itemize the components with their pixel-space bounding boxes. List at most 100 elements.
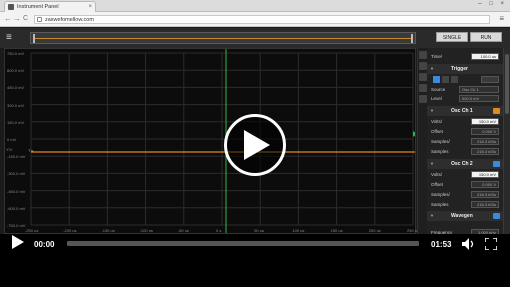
settings-panel: Time/ 100.0 us ▼ Trigger Source Osc Ch 1… [427, 48, 503, 236]
y-tick-label: 300.0 mV [7, 102, 25, 108]
plot-tool-column [417, 48, 427, 234]
osc-ch1-section-header[interactable]: ▼ Osc Ch 1 [427, 106, 503, 116]
osc2-offset-input[interactable]: 0.000 V [471, 181, 499, 188]
wavegen-color-swatch[interactable] [493, 213, 500, 219]
channel-2-color-swatch[interactable] [493, 161, 500, 167]
page-icon [37, 17, 42, 22]
hamburger-menu-icon[interactable]: ≡ [6, 33, 12, 43]
export-icon[interactable] [419, 95, 427, 103]
window-controls[interactable]: – □ × [478, 1, 507, 7]
x-tick-label: -250 us [25, 228, 39, 233]
y-tick-label: -750.0 mV [7, 223, 26, 228]
osc2-volts-input[interactable]: 150.0 mV [471, 171, 499, 178]
y-tick-label: 600.0 mV [7, 68, 25, 74]
cursor-icon[interactable] [419, 73, 427, 81]
osc2-samples2-row: Samples 218.3 kS/s [427, 200, 503, 209]
current-time: 00:00 [34, 240, 55, 249]
osc1-samples-row: Samples/ 218.3 kS/s [427, 137, 503, 146]
forward-icon[interactable]: → [13, 14, 21, 24]
osc2-samples2-value: 218.3 kS/s [471, 201, 499, 208]
osc1-samples2-value: 218.3 kS/s [471, 148, 499, 155]
time-per-div-input[interactable]: 100.0 us [471, 53, 499, 60]
channel-1-color-swatch[interactable] [493, 108, 500, 114]
back-icon[interactable]: ← [4, 14, 12, 24]
scrollbar-thumb[interactable] [505, 54, 509, 114]
fullscreen-icon[interactable] [485, 238, 497, 250]
chevron-down-icon: ▼ [430, 108, 434, 113]
level-row: Level 500.0 mV [427, 94, 503, 103]
trigger-edge-row [427, 75, 503, 84]
browser-tab-bar: Instrument Panel × – □ × [0, 0, 510, 12]
play-overlay-button[interactable] [224, 114, 286, 176]
plot-grid [30, 49, 415, 233]
source-select[interactable]: Osc Ch 1 [459, 86, 499, 93]
pan-icon[interactable] [419, 62, 427, 70]
osc1-offset-input[interactable]: 0.000 V [471, 128, 499, 135]
x-tick-label: 50 us [254, 228, 264, 233]
video-play-icon[interactable] [12, 235, 24, 249]
x-tick-label: 150 us [330, 228, 343, 233]
measure-icon[interactable] [419, 84, 427, 92]
x-tick-label: 100 us [292, 228, 305, 233]
browser-tab[interactable]: Instrument Panel × [4, 1, 96, 12]
tab-title: Instrument Panel [17, 4, 59, 10]
channel-1-marker[interactable]: T ▸ [28, 148, 34, 153]
osc2-samples-value: 218.3 kS/s [471, 191, 499, 198]
trigger-level-marker[interactable] [413, 131, 415, 137]
x-tick-label: -50 us [177, 228, 189, 233]
x-tick-label: -150 us [101, 228, 115, 233]
app-toolbar: ≡ SINGLE RUN [0, 28, 510, 48]
time-overview-slider[interactable] [30, 32, 416, 44]
x-tick-label: -100 us [139, 228, 153, 233]
zoom-icon[interactable] [419, 51, 427, 59]
volume-icon[interactable] [462, 238, 476, 250]
y-tick-label: 0 mV [7, 137, 17, 142]
osc1-samples2-row: Samples 218.3 kS/s [427, 147, 503, 156]
force-trigger-button[interactable] [481, 76, 499, 83]
wavegen-section-header[interactable]: ▼ Wavegen [427, 211, 503, 221]
reload-icon[interactable]: C [23, 14, 28, 24]
y-tick-label: -300.0 mV [7, 171, 26, 177]
rising-edge-icon[interactable] [433, 76, 440, 83]
browser-menu-icon[interactable]: ≡ [499, 15, 504, 23]
oscilloscope-plot[interactable]: 750.0 mV 600.0 mV 450.0 mV 300.0 mV 150.0 mV… [4, 48, 419, 234]
single-button[interactable]: SINGLE [436, 32, 468, 42]
address-bar: ← → C zaswefomellow.com ≡ [0, 12, 510, 27]
y-tick-label: 750.0 mV [7, 51, 25, 56]
duration-time: 01:53 [431, 240, 452, 249]
y-tick-label: -450.0 mV [7, 188, 26, 194]
y-axis-label: Y/V [6, 147, 13, 152]
url-text: zaswefomellow.com [45, 17, 94, 23]
x-tick-label: 0 s [216, 228, 222, 233]
x-tick-label: -200 us [63, 228, 77, 233]
video-progress-bar[interactable] [67, 241, 419, 246]
time-row: Time/ 100.0 us [427, 52, 503, 61]
panel-scrollbar[interactable] [503, 48, 510, 234]
osc1-samples-value: 218.3 kS/s [471, 138, 499, 145]
y-tick-label: -150.0 mV [7, 154, 26, 160]
chevron-down-icon: ▼ [430, 161, 434, 166]
url-field[interactable]: zaswefomellow.com [34, 15, 490, 24]
level-input[interactable]: 500.0 mV [459, 95, 499, 102]
falling-edge-icon[interactable] [442, 76, 449, 83]
osc2-offset-row: Offset 0.000 V [427, 180, 503, 189]
tab-close-icon[interactable]: × [88, 2, 92, 12]
chevron-down-icon: ▼ [430, 213, 434, 218]
source-row: Source Osc Ch 1 [427, 85, 503, 94]
y-tick-label: 450.0 mV [7, 85, 25, 91]
y-tick-label: -600.0 mV [7, 205, 26, 211]
play-icon [244, 130, 270, 160]
favicon-icon [8, 4, 14, 10]
overview-window-handle[interactable] [33, 34, 413, 43]
osc1-volts-row: Volts/ 150.0 mV [427, 117, 503, 126]
y-tick-label: 150.0 mV [7, 119, 25, 125]
chevron-down-icon: ▼ [430, 66, 434, 71]
osc2-samples-row: Samples/ 218.3 kS/s [427, 190, 503, 199]
either-edge-icon[interactable] [451, 76, 458, 83]
osc-ch2-section-header[interactable]: ▼ Osc Ch 2 [427, 159, 503, 169]
video-frame: Instrument Panel × – □ × ← → C zaswefome… [0, 0, 510, 287]
trigger-section-header[interactable]: ▼ Trigger [427, 64, 503, 74]
osc2-volts-row: Volts/ 150.0 mV [427, 170, 503, 179]
run-button[interactable]: RUN [470, 32, 502, 42]
osc1-volts-input[interactable]: 150.0 mV [471, 118, 499, 125]
